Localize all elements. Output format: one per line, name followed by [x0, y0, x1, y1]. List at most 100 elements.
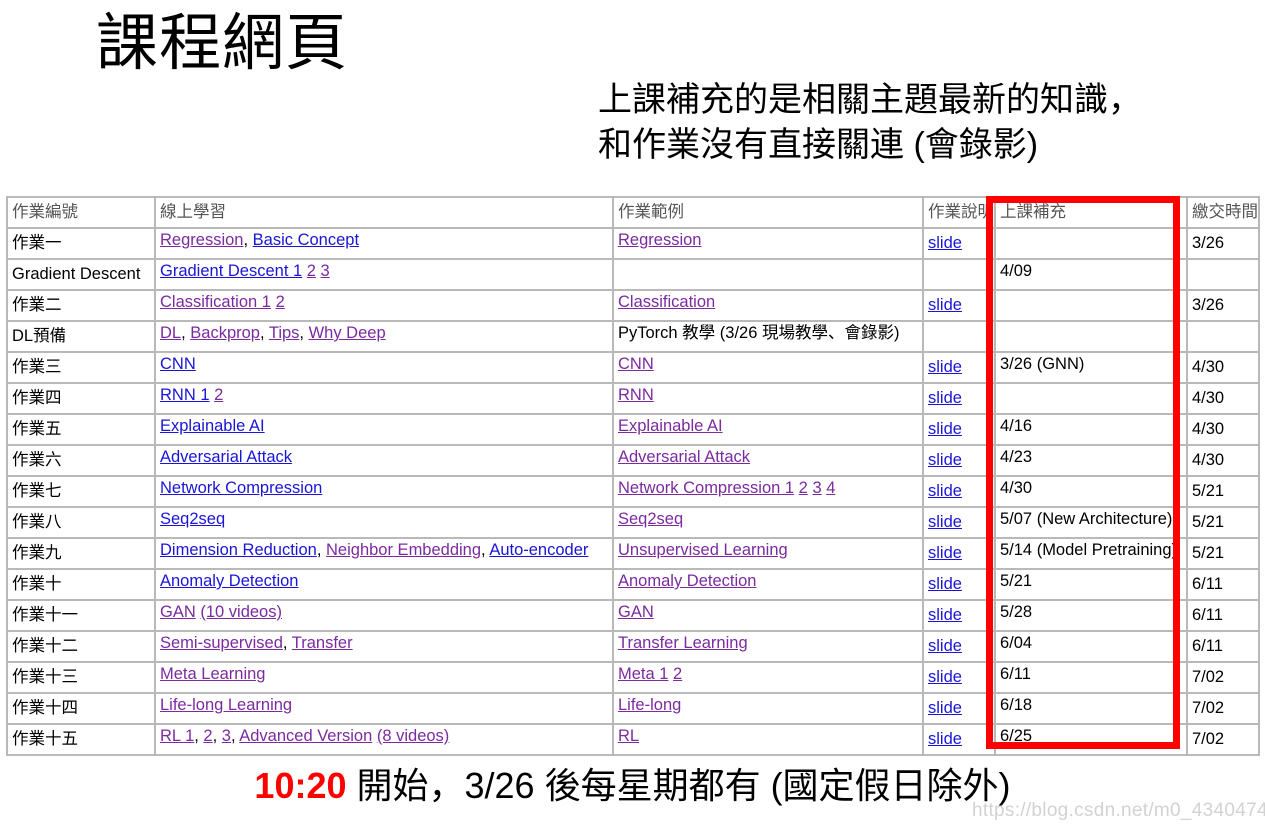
- table-row: DL預備 DL, Backprop, Tips, Why Deep PyTorch …: [7, 321, 1259, 352]
- link-rl-1[interactable]: RL 1: [160, 727, 194, 745]
- link-slide[interactable]: slide: [928, 482, 962, 500]
- cell-assignment-no: 作業八: [7, 507, 155, 538]
- table-row: 作業二 Classification 1 2 Classification slide…: [7, 290, 1259, 321]
- link-network-compression[interactable]: Network Compression: [160, 479, 322, 497]
- link-gan[interactable]: GAN: [618, 603, 654, 621]
- link-2[interactable]: 2: [276, 293, 285, 311]
- cell-online-learning-overflow: CNN: [160, 354, 196, 374]
- link-slide[interactable]: slide: [928, 234, 962, 252]
- link-slide[interactable]: slide: [928, 668, 962, 686]
- link-anomaly-detection[interactable]: Anomaly Detection: [618, 572, 757, 590]
- cell-assignment-desc: slide: [923, 600, 995, 631]
- link-adversarial-attack[interactable]: Adversarial Attack: [618, 448, 750, 466]
- cell-due-date: 5/21: [1187, 507, 1259, 538]
- cell-assignment-desc: slide: [923, 507, 995, 538]
- link-slide[interactable]: slide: [928, 699, 962, 717]
- link-slide[interactable]: slide: [928, 575, 962, 593]
- link-rl[interactable]: RL: [618, 727, 639, 745]
- link-life-long[interactable]: Life-long: [618, 696, 681, 714]
- cell-assignment-desc: slide: [923, 383, 995, 414]
- link-advanced-version[interactable]: Advanced Version: [239, 727, 372, 745]
- cell-assignment-sample-overflow: Adversarial Attack: [618, 447, 750, 467]
- link-semi-supervised[interactable]: Semi-supervised: [160, 634, 283, 652]
- link-classification[interactable]: Classification: [618, 293, 715, 311]
- link-4[interactable]: 4: [826, 479, 835, 497]
- link-seq2seq[interactable]: Seq2seq: [160, 510, 225, 528]
- cell-supplement-value: 4/09: [1000, 262, 1033, 280]
- link-slide[interactable]: slide: [928, 513, 962, 531]
- link-transfer[interactable]: Transfer: [292, 634, 353, 652]
- cell-assignment-no: 作業十五: [7, 724, 155, 755]
- link-backprop[interactable]: Backprop: [190, 324, 260, 342]
- link-basic-concept[interactable]: Basic Concept: [253, 231, 359, 249]
- link-adversarial-attack[interactable]: Adversarial Attack: [160, 448, 292, 466]
- link-why-deep[interactable]: Why Deep: [309, 324, 386, 342]
- link-tips[interactable]: Tips: [269, 324, 300, 342]
- link-2[interactable]: 2: [673, 665, 682, 683]
- link-rnn[interactable]: RNN: [618, 386, 654, 404]
- link-slide[interactable]: slide: [928, 451, 962, 469]
- link-neighbor-embedding[interactable]: Neighbor Embedding: [326, 541, 481, 559]
- cell-online-learning: Gradient Descent 1 2 3: [155, 259, 613, 290]
- link-3[interactable]: 3: [812, 479, 821, 497]
- link-gradient-descent-1[interactable]: Gradient Descent 1: [160, 262, 302, 280]
- cell-assignment-sample: Classification: [613, 290, 923, 321]
- link-gan[interactable]: GAN: [160, 603, 196, 621]
- table-row: 作業一 Regression, Basic Concept Regression sl…: [7, 228, 1259, 259]
- link-slide[interactable]: slide: [928, 389, 962, 407]
- link-3[interactable]: 3: [321, 262, 330, 280]
- cell-online-learning: Adversarial Attack: [155, 445, 613, 476]
- link-slide[interactable]: slide: [928, 606, 962, 624]
- link-slide[interactable]: slide: [928, 358, 962, 376]
- cell-assignment-no: 作業十: [7, 569, 155, 600]
- link-transfer-learning[interactable]: Transfer Learning: [618, 634, 748, 652]
- text-fragment: ,: [230, 727, 240, 745]
- link-meta-learning[interactable]: Meta Learning: [160, 665, 266, 683]
- cell-online-learning: Semi-supervised, Transfer: [155, 631, 613, 662]
- link-2[interactable]: 2: [203, 727, 212, 745]
- cell-assignment-desc: slide: [923, 693, 995, 724]
- link-3[interactable]: 3: [222, 727, 231, 745]
- link-2[interactable]: 2: [799, 479, 808, 497]
- cell-supplement-value: 6/11: [1000, 665, 1031, 683]
- cell-online-learning: Explainable AI: [155, 414, 613, 445]
- link-slide[interactable]: slide: [928, 730, 962, 748]
- link-network-compression-1[interactable]: Network Compression 1: [618, 479, 794, 497]
- cell-assignment-no: 作業十一: [7, 600, 155, 631]
- link-regression[interactable]: Regression: [160, 231, 243, 249]
- table-row: 作業八 Seq2seq Seq2seq slide 5/07 (New Architec…: [7, 507, 1259, 538]
- link-10-videos[interactable]: (10 videos): [200, 603, 282, 621]
- cell-assignment-desc: slide: [923, 445, 995, 476]
- link-8-videos[interactable]: (8 videos): [377, 727, 449, 745]
- cell-due-date: [1187, 259, 1259, 290]
- cell-online-learning: DL, Backprop, Tips, Why Deep: [155, 321, 613, 352]
- link-dl[interactable]: DL: [160, 324, 181, 342]
- link-seq2seq[interactable]: Seq2seq: [618, 510, 683, 528]
- link-explainable-ai[interactable]: Explainable AI: [618, 417, 723, 435]
- cell-assignment-no: 作業四: [7, 383, 155, 414]
- cell-assignment-sample: Meta 1 2: [613, 662, 923, 693]
- link-dimension-reduction[interactable]: Dimension Reduction: [160, 541, 317, 559]
- link-meta-1[interactable]: Meta 1: [618, 665, 668, 683]
- link-classification-1[interactable]: Classification 1: [160, 293, 271, 311]
- link-unsupervised-learning[interactable]: Unsupervised Learning: [618, 541, 788, 559]
- link-life-long-learning[interactable]: Life-long Learning: [160, 696, 292, 714]
- caption-rest-text: 開始，3/26 後每星期都有 (國定假日除外): [346, 765, 1011, 806]
- link-cnn[interactable]: CNN: [618, 355, 654, 373]
- link-slide[interactable]: slide: [928, 296, 962, 314]
- link-slide[interactable]: slide: [928, 544, 962, 562]
- link-slide[interactable]: slide: [928, 420, 962, 438]
- cell-assignment-desc: slide: [923, 228, 995, 259]
- link-auto-encoder[interactable]: Auto-encoder: [489, 541, 588, 559]
- link-slide[interactable]: slide: [928, 637, 962, 655]
- link-cnn[interactable]: CNN: [160, 355, 196, 373]
- cell-assignment-desc: slide: [923, 538, 995, 569]
- link-2[interactable]: 2: [307, 262, 316, 280]
- link-explainable-ai[interactable]: Explainable AI: [160, 417, 265, 435]
- link-regression[interactable]: Regression: [618, 231, 701, 249]
- link-2[interactable]: 2: [214, 386, 223, 404]
- link-rnn-1[interactable]: RNN 1: [160, 386, 210, 404]
- course-schedule-table-container: 作業編號 線上學習 作業範例 作業說明 上課補充 繳交時間 作業一 Regression, B…: [6, 196, 1260, 756]
- cell-assignment-no: 作業十二: [7, 631, 155, 662]
- link-anomaly-detection[interactable]: Anomaly Detection: [160, 572, 299, 590]
